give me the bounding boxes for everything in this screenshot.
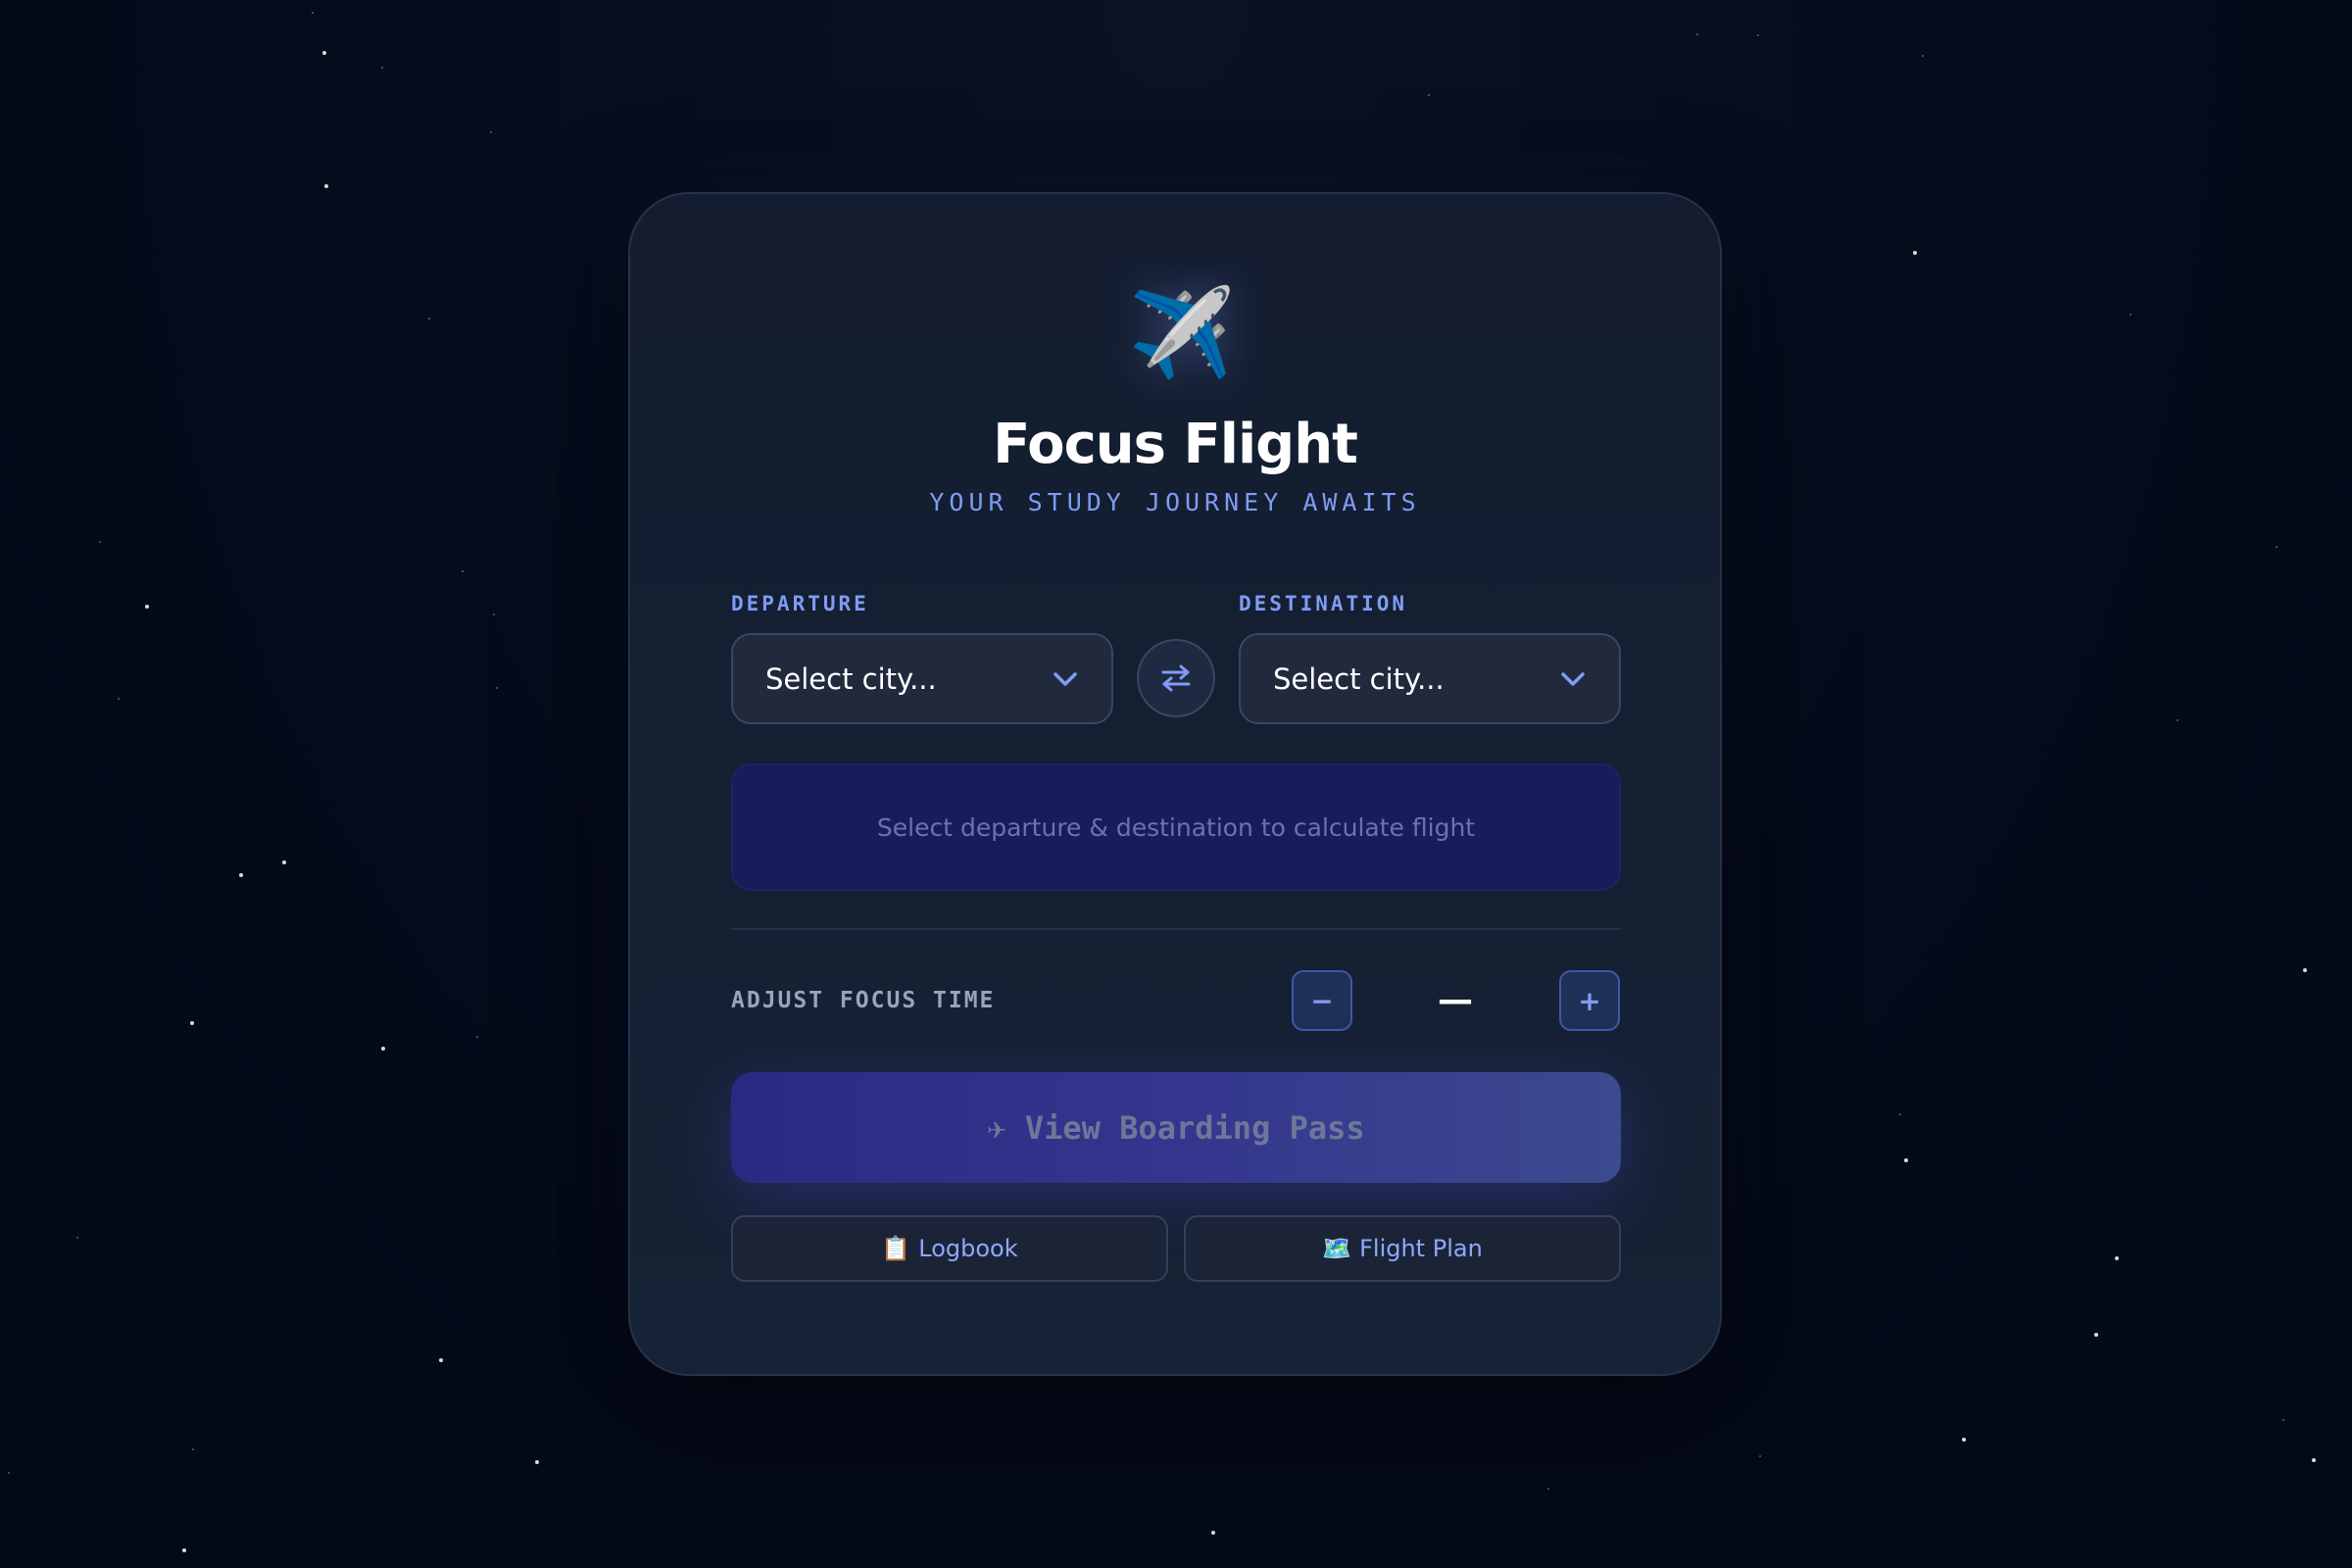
departure-label: DEPARTURE <box>731 592 869 615</box>
departure-select-value: Select city... <box>765 662 937 696</box>
departure-select[interactable]: Select city... <box>731 633 1113 724</box>
flight-plan-label: Flight Plan <box>1359 1235 1483 1262</box>
clipboard-icon: 📋 <box>881 1235 911 1262</box>
section-divider <box>731 928 1621 930</box>
decrease-focus-time-button[interactable]: − <box>1292 970 1352 1031</box>
swap-route-button[interactable] <box>1137 639 1215 717</box>
app-subtitle: YOUR STUDY JOURNEY AWAITS <box>929 488 1421 516</box>
focus-time-label: ADJUST FOCUS TIME <box>731 988 996 1013</box>
destination-label: DESTINATION <box>1239 592 1408 615</box>
logbook-button[interactable]: 📋 Logbook <box>731 1215 1168 1282</box>
airplane-icon: ✈️ <box>1128 282 1236 383</box>
flight-plan-button[interactable]: 🗺️ Flight Plan <box>1184 1215 1621 1282</box>
destination-select[interactable]: Select city... <box>1239 633 1621 724</box>
logbook-label: Logbook <box>918 1235 1018 1262</box>
chevron-down-icon <box>1049 662 1082 696</box>
swap-arrows-icon <box>1159 663 1193 693</box>
map-icon: 🗺️ <box>1322 1235 1352 1262</box>
destination-select-value: Select city... <box>1273 662 1445 696</box>
view-boarding-pass-button[interactable]: ✈ View Boarding Pass <box>731 1072 1621 1183</box>
focus-time-value: — <box>1438 980 1473 1020</box>
flight-info-message: Select departure & destination to calcul… <box>731 763 1621 891</box>
app-title: Focus Flight <box>993 413 1358 476</box>
increase-focus-time-button[interactable]: + <box>1559 970 1620 1031</box>
chevron-down-icon <box>1556 662 1590 696</box>
